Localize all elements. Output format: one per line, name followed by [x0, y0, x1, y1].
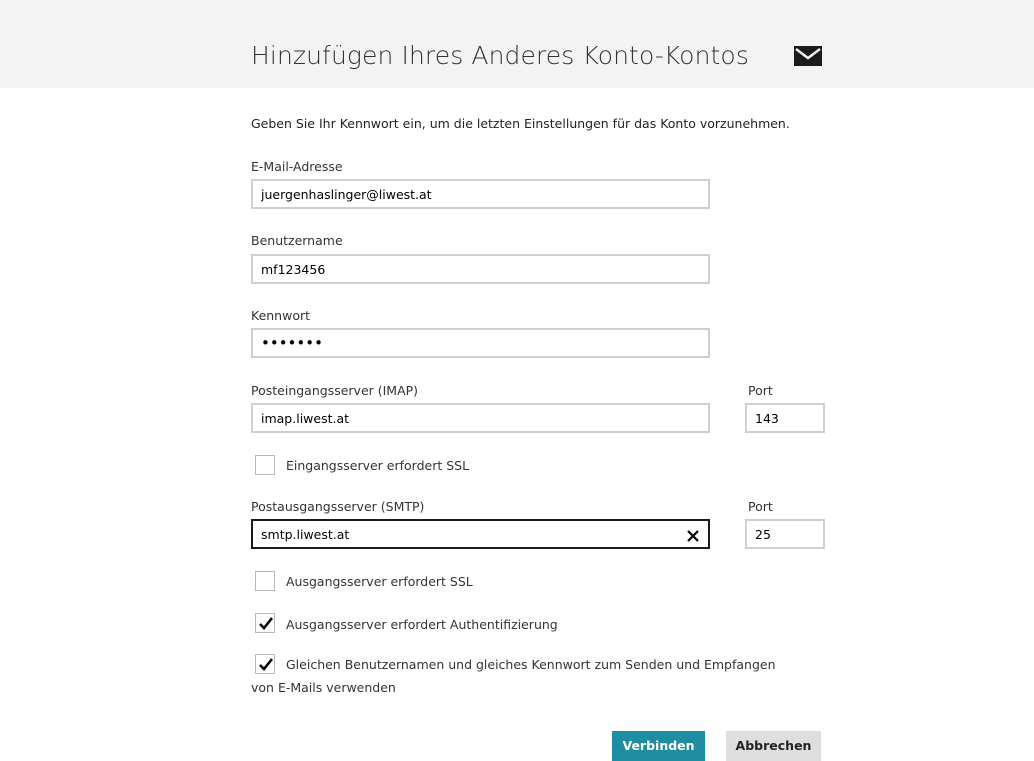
password-field[interactable] — [251, 328, 710, 358]
outgoing-port-field[interactable] — [745, 519, 825, 549]
outgoing-ssl-label: Ausgangsserver erfordert SSL — [286, 574, 473, 589]
incoming-server-label: Posteingangsserver (IMAP) — [251, 383, 419, 398]
incoming-server-field[interactable] — [251, 403, 710, 433]
mail-icon — [794, 46, 822, 66]
incoming-ssl-label: Eingangsserver erfordert SSL — [286, 458, 470, 473]
outgoing-ssl-checkbox[interactable] — [255, 571, 275, 591]
outgoing-server-field[interactable] — [251, 519, 710, 549]
outgoing-auth-checkbox[interactable] — [255, 613, 275, 633]
incoming-port-label: Port — [748, 383, 773, 398]
same-credentials-checkbox[interactable] — [255, 654, 275, 674]
clear-icon[interactable] — [682, 525, 704, 547]
outgoing-port-label: Port — [748, 499, 773, 514]
email-field[interactable] — [251, 179, 710, 209]
username-field[interactable] — [251, 254, 710, 284]
same-credentials-label-line1: Gleichen Benutzernamen und gleiches Kenn… — [286, 657, 776, 672]
password-label: Kennwort — [251, 308, 311, 323]
email-label: E-Mail-Adresse — [251, 159, 343, 174]
intro-text: Geben Sie Ihr Kennwort ein, um die letzt… — [251, 116, 790, 131]
checkmark-icon — [259, 617, 274, 630]
incoming-port-field[interactable] — [745, 403, 825, 433]
outgoing-server-label: Postausgangsserver (SMTP) — [251, 499, 425, 514]
username-label: Benutzername — [251, 233, 343, 248]
checkmark-icon — [259, 658, 274, 671]
incoming-ssl-checkbox[interactable] — [255, 455, 275, 475]
page-title: Hinzufügen Ihres Anderes Konto-Kontos — [251, 41, 749, 70]
same-credentials-label-line2: von E-Mails verwenden — [251, 680, 396, 695]
outgoing-auth-label: Ausgangsserver erfordert Authentifizieru… — [286, 617, 558, 632]
